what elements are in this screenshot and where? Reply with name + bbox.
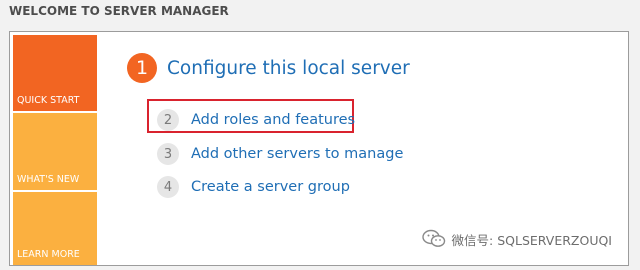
configure-local-server-link[interactable]: Configure this local server <box>167 58 410 79</box>
add-roles-features-link[interactable]: Add roles and features <box>191 112 355 128</box>
watermark: 微信号: SQLSERVERZOUQI <box>421 229 612 249</box>
step-add-servers: 3 Add other servers to manage <box>157 143 403 165</box>
step-number-badge: 4 <box>157 176 179 198</box>
step-create-group: 4 Create a server group <box>157 176 350 198</box>
watermark-text: 微信号: SQLSERVERZOUQI <box>451 232 612 248</box>
welcome-panel: QUICK START WHAT'S NEW LEARN MORE 1 Conf… <box>9 31 629 266</box>
create-server-group-link[interactable]: Create a server group <box>191 179 350 195</box>
sidebar-item-quick-start[interactable]: QUICK START <box>13 35 97 111</box>
page-title: WELCOME TO SERVER MANAGER <box>9 4 229 18</box>
sidebar-item-label: QUICK START <box>17 95 80 106</box>
step-number-badge: 3 <box>157 143 179 165</box>
step-number-badge: 2 <box>157 109 179 131</box>
step-configure-local-server: 1 Configure this local server <box>127 53 410 83</box>
sidebar-item-label: LEARN MORE <box>17 249 80 260</box>
step-number-badge: 1 <box>127 53 157 83</box>
sidebar: QUICK START WHAT'S NEW LEARN MORE <box>13 35 97 265</box>
sidebar-item-learn-more[interactable]: LEARN MORE <box>13 192 97 265</box>
sidebar-item-whats-new[interactable]: WHAT'S NEW <box>13 113 97 190</box>
step-add-roles: 2 Add roles and features <box>157 109 355 131</box>
add-servers-link[interactable]: Add other servers to manage <box>191 146 403 162</box>
wechat-icon <box>421 229 445 247</box>
sidebar-item-label: WHAT'S NEW <box>17 174 80 185</box>
